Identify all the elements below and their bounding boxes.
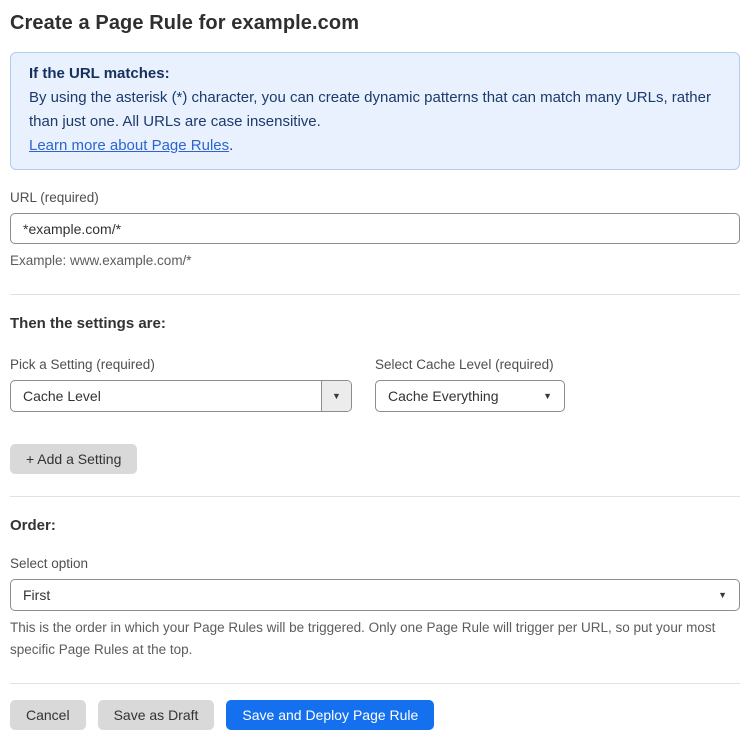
cancel-button[interactable]: Cancel: [10, 700, 86, 730]
chevron-down-icon: ▼: [543, 390, 552, 401]
cache-level-column: Select Cache Level (required) Cache Ever…: [375, 357, 565, 412]
info-box-heading: If the URL matches:: [29, 65, 170, 82]
order-select[interactable]: First ▼: [10, 579, 740, 611]
save-as-draft-button[interactable]: Save as Draft: [97, 700, 215, 730]
order-select-label: Select option: [10, 556, 89, 571]
cache-level-value: Cache Everything: [388, 388, 499, 404]
divider-after-url: [10, 294, 740, 295]
order-select-value: First: [23, 587, 51, 603]
form-actions: Cancel Save as Draft Save and Deploy Pag…: [10, 700, 740, 730]
divider-before-actions: [10, 683, 740, 684]
url-example-helper: Example: www.example.com/*: [10, 253, 192, 268]
settings-row: Pick a Setting (required) Cache Level ▼ …: [10, 357, 740, 412]
info-box-body: By using the asterisk (*) character, you…: [29, 89, 711, 130]
save-and-deploy-button[interactable]: Save and Deploy Page Rule: [226, 700, 435, 730]
order-heading: Order:: [10, 517, 56, 534]
add-setting-button[interactable]: + Add a Setting: [10, 444, 138, 474]
page-title: Create a Page Rule for example.com: [10, 12, 360, 34]
pick-setting-column: Pick a Setting (required) Cache Level ▼: [10, 357, 352, 412]
cache-level-dropdown[interactable]: Cache Everything ▼: [375, 380, 565, 412]
learn-more-link[interactable]: Learn more about Page Rules: [29, 137, 229, 154]
divider-after-settings: [10, 496, 740, 497]
pick-setting-value: Cache Level: [23, 388, 101, 404]
order-helper-text: This is the order in which your Page Rul…: [10, 620, 716, 657]
url-input[interactable]: [10, 213, 740, 244]
pick-setting-arrow-section[interactable]: ▼: [321, 381, 351, 411]
pick-setting-label: Pick a Setting (required): [10, 357, 155, 372]
settings-heading: Then the settings are:: [10, 315, 166, 332]
pick-setting-dropdown[interactable]: Cache Level ▼: [10, 380, 352, 412]
cache-level-arrow: ▼: [543, 390, 564, 401]
url-match-info-box: If the URL matches: By using the asteris…: [10, 52, 740, 170]
url-field-label: URL (required): [10, 190, 99, 205]
cache-level-label: Select Cache Level (required): [375, 357, 554, 372]
link-period: .: [229, 137, 234, 154]
info-box-link-line: Learn more about Page Rules.: [29, 134, 721, 158]
chevron-down-icon: ▼: [332, 390, 341, 401]
chevron-down-icon: ▼: [718, 589, 727, 600]
